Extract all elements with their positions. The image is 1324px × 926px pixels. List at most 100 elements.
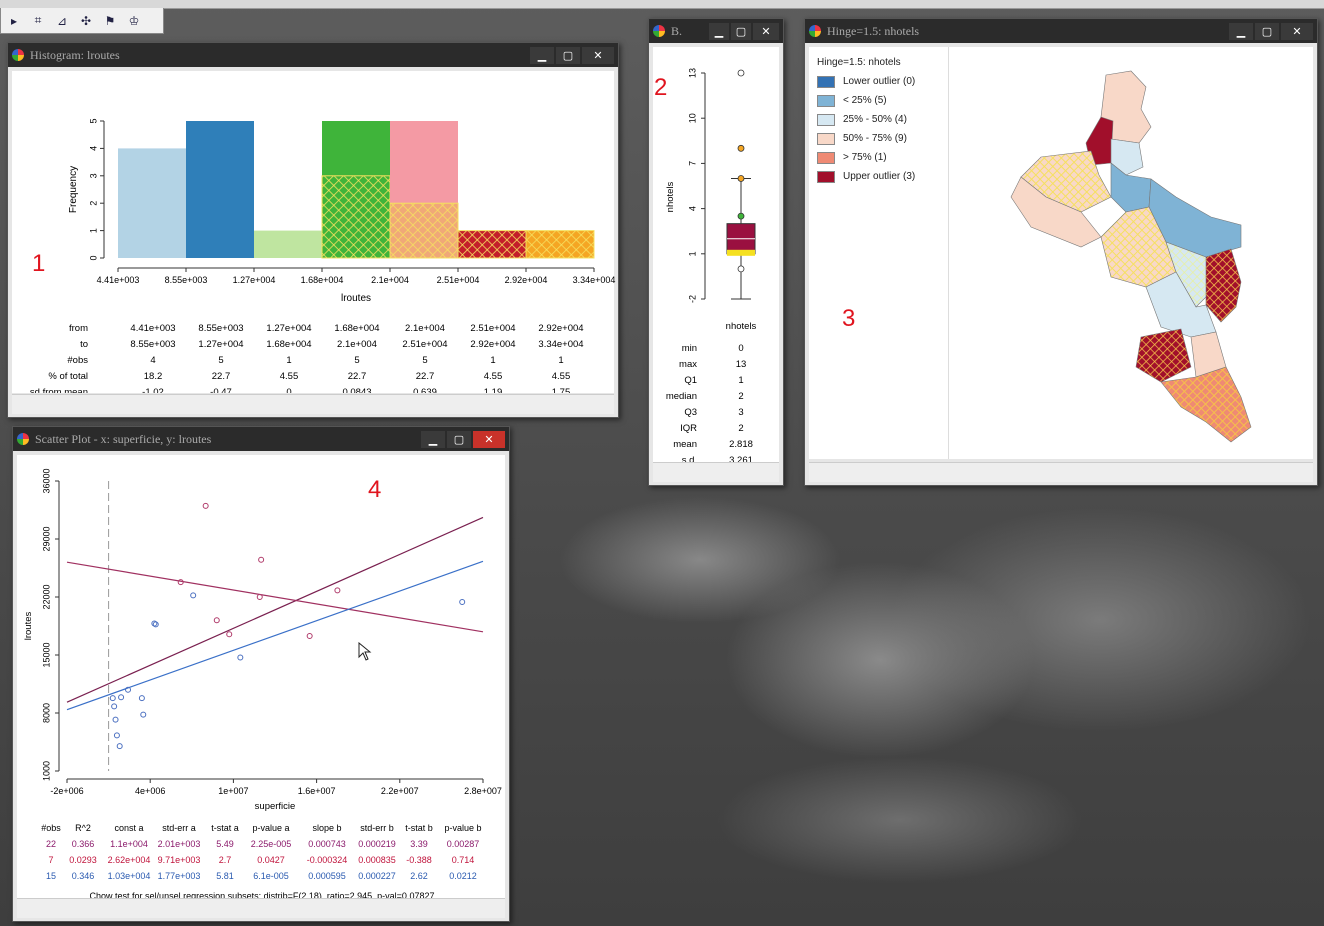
scatter-chart[interactable]: 1000 8000 15000 22000 29000 36000 -2e+006 4e+00… <box>17 455 507 901</box>
stats-cell: 4.41e+003 <box>130 323 175 334</box>
scatter-canvas[interactable]: 1000 8000 15000 22000 29000 36000 -2e+006 4e+00… <box>17 455 507 901</box>
stats-cell: 1.27e+004 <box>266 323 311 334</box>
choropleth-map[interactable] <box>951 47 1315 459</box>
scatter-point[interactable] <box>237 654 244 661</box>
regression-cell: 2.62 <box>410 871 428 881</box>
scatter-point[interactable] <box>112 716 119 723</box>
stats-cell: -0.47 <box>210 387 232 393</box>
stats-cell: 1.68e+004 <box>266 339 311 350</box>
y-axis-label: lroutes <box>23 611 34 640</box>
histogram-bar[interactable] <box>186 121 254 258</box>
regression-cell: 1.03e+004 <box>108 871 151 881</box>
legend-swatch <box>817 113 835 126</box>
close-button[interactable]: ✕ <box>473 430 505 448</box>
scatter-point[interactable] <box>306 632 313 639</box>
stats-cell: 8.55e+003 <box>198 323 243 334</box>
histogram-chart[interactable]: 0 1 2 3 4 5 Frequency 4.41e+003 8.55e+003 1.27e+0… <box>12 71 616 420</box>
x-axis: 4.41e+003 8.55e+003 1.27e+004 1.68e+004 2.1e… <box>97 267 615 285</box>
close-button[interactable]: ✕ <box>582 46 614 64</box>
scatter-point[interactable] <box>202 502 209 509</box>
maximize-button[interactable]: ▢ <box>731 22 751 40</box>
box-chart[interactable]: -2 1 4 7 10 13 nhotels nhotels min 0 max 13 Q1 1 media… <box>653 47 781 466</box>
stat-label: max <box>679 359 697 370</box>
box-point[interactable] <box>737 265 745 273</box>
boxplot-titlebar[interactable]: B. ▁ ▢ ✕ <box>649 19 783 43</box>
legend-label: Upper outlier (3) <box>843 171 916 182</box>
regression-cell: 0.366 <box>72 839 95 849</box>
box-point[interactable] <box>737 144 745 152</box>
map-titlebar[interactable]: Hinge=1.5: nhotels ▁ ▢ ✕ <box>805 19 1317 43</box>
legend-item[interactable]: 50% - 75% (9) <box>817 129 948 148</box>
scatter-point[interactable] <box>116 743 123 750</box>
legend-item[interactable]: < 25% (5) <box>817 91 948 110</box>
legend-swatch <box>817 132 835 145</box>
legend-item[interactable]: > 75% (1) <box>817 148 948 167</box>
scatter-point[interactable] <box>459 598 466 605</box>
scatter-point[interactable] <box>113 732 120 739</box>
box-point[interactable] <box>737 212 745 220</box>
minimize-button[interactable]: ▁ <box>1229 22 1253 40</box>
stat-value: 1 <box>738 375 743 386</box>
scatter-point[interactable] <box>111 703 118 710</box>
map-region[interactable] <box>1205 248 1242 323</box>
stats-cell: 1.75 <box>552 387 571 393</box>
variable-label: nhotels <box>726 321 757 332</box>
stats-cell: 1.19 <box>484 387 503 393</box>
map-canvas[interactable]: Hinge=1.5: nhotels Lower outlier (0) < 25… <box>809 47 1313 459</box>
box-point[interactable] <box>737 175 745 182</box>
close-button[interactable]: ✕ <box>1281 22 1313 40</box>
legend-item[interactable]: Upper outlier (3) <box>817 167 948 186</box>
scatter-point[interactable] <box>256 594 263 600</box>
map-region[interactable] <box>1135 328 1192 383</box>
scatter-window: Scatter Plot - x: superficie, y: lroutes… <box>12 426 510 922</box>
maximize-button[interactable]: ▢ <box>1255 22 1279 40</box>
minimize-button[interactable]: ▁ <box>421 430 445 448</box>
histogram-canvas[interactable]: 0 1 2 3 4 5 Frequency 4.41e+003 8.55e+003 1.27e+0… <box>12 71 616 420</box>
legend-item[interactable]: 25% - 50% (4) <box>817 110 948 129</box>
minimize-button[interactable]: ▁ <box>709 22 729 40</box>
stats-cell: 5 <box>422 355 427 366</box>
minimize-button[interactable]: ▁ <box>530 46 554 64</box>
regression-header: p-value b <box>444 823 481 833</box>
maximize-button[interactable]: ▢ <box>556 46 580 64</box>
histogram-bar[interactable] <box>254 230 322 258</box>
tool-1-icon[interactable]: ▸ <box>5 13 23 29</box>
map-region[interactable] <box>1160 366 1252 443</box>
stats-cell: 2.1e+004 <box>337 339 377 350</box>
scatter-point[interactable] <box>140 711 147 718</box>
x-tick-label: 2.51e+004 <box>437 275 480 285</box>
legend-label: < 25% (5) <box>843 95 887 106</box>
scatter-point[interactable] <box>334 587 341 594</box>
tool-6-icon[interactable]: ♔ <box>125 13 143 29</box>
annotation-2: 2 <box>654 74 668 101</box>
scatter-point[interactable] <box>258 556 265 563</box>
stat-label: min <box>682 343 697 354</box>
boxplot-canvas[interactable]: -2 1 4 7 10 13 nhotels nhotels min 0 max 13 Q1 1 media… <box>653 47 781 466</box>
scatter-point[interactable] <box>213 617 220 624</box>
box-point[interactable] <box>737 69 745 77</box>
map-legend: Hinge=1.5: nhotels Lower outlier (0) < 25… <box>809 47 949 459</box>
tool-3-icon[interactable]: ⊿ <box>53 13 71 29</box>
histogram-titlebar[interactable]: Histogram: lroutes ▁ ▢ ✕ <box>8 43 618 67</box>
close-button[interactable]: ✕ <box>753 22 779 40</box>
annotation-1: 1 <box>32 250 46 277</box>
legend-swatch <box>817 151 835 164</box>
legend-item[interactable]: Lower outlier (0) <box>817 72 948 91</box>
legend-label: Lower outlier (0) <box>843 76 916 87</box>
scatter-titlebar[interactable]: Scatter Plot - x: superficie, y: lroutes… <box>13 427 509 451</box>
regression-cell: 7 <box>48 855 53 865</box>
stats-cell: 22.7 <box>416 371 435 382</box>
maximize-button[interactable]: ▢ <box>447 430 471 448</box>
scatter-point[interactable] <box>226 631 233 638</box>
tool-2-icon[interactable]: ⌗ <box>29 13 47 29</box>
regression-cell: 1.77e+003 <box>158 871 201 881</box>
scatter-point[interactable] <box>138 695 145 702</box>
histogram-bar[interactable] <box>118 148 186 258</box>
stats-cell: 3.34e+004 <box>538 339 583 350</box>
scatter-point[interactable] <box>109 695 116 702</box>
scatter-point[interactable] <box>190 592 197 599</box>
tool-4-icon[interactable]: ✣ <box>77 13 95 29</box>
tool-5-icon[interactable]: ⚑ <box>101 13 119 29</box>
scatter-point[interactable] <box>118 694 125 701</box>
regression-header: #obs <box>41 823 61 833</box>
